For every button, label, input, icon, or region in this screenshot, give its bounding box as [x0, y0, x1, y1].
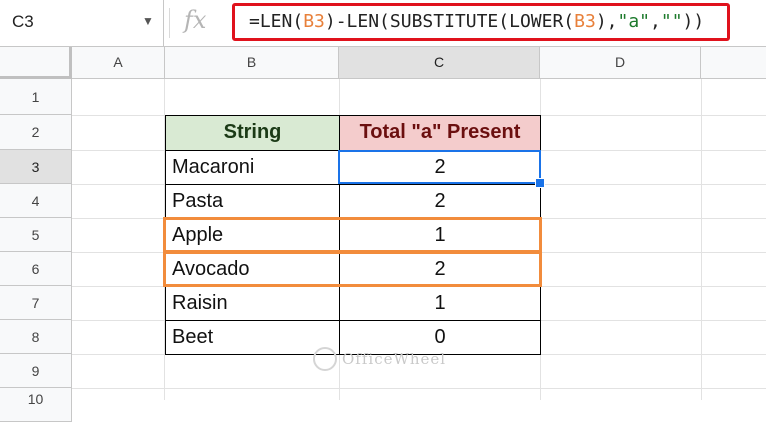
cell-string[interactable]: Beet: [165, 320, 340, 355]
formula-token: )-LEN(SUBSTITUTE(LOWER(: [324, 11, 575, 32]
cell-total[interactable]: 1: [339, 286, 541, 321]
cell-string[interactable]: Raisin: [165, 286, 340, 321]
formula-input[interactable]: =LEN(B3)-LEN(SUBSTITUTE(LOWER(B3),"a",""…: [232, 3, 730, 41]
select-all-corner[interactable]: [0, 47, 72, 79]
cell-string[interactable]: Pasta: [165, 184, 340, 219]
formula-token: ),: [595, 11, 618, 32]
formula-separator: [169, 8, 170, 38]
header-total-a[interactable]: Total "a" Present: [339, 115, 541, 151]
row-header-5[interactable]: 5: [0, 218, 72, 252]
column-header-b[interactable]: B: [165, 47, 339, 79]
watermark-text: OfficeWheel: [342, 350, 447, 368]
fx-icon: fx: [184, 6, 207, 34]
gridline: [701, 79, 702, 400]
formula-bar: C3 ▼ fx =LEN(B3)-LEN(SUBSTITUTE(LOWER(B3…: [0, 0, 766, 47]
cell-total[interactable]: 2: [339, 184, 541, 219]
highlight-row-avocado: [163, 251, 542, 287]
cell-string[interactable]: Macaroni: [165, 150, 340, 185]
column-header-a[interactable]: A: [72, 47, 165, 79]
column-header-e[interactable]: [701, 47, 766, 79]
chevron-down-icon[interactable]: ▼: [142, 14, 154, 28]
gridline: [72, 388, 766, 389]
formula-token: B3: [303, 11, 325, 32]
row-header-4[interactable]: 4: [0, 184, 72, 218]
formula-text: =LEN(B3)-LEN(SUBSTITUTE(LOWER(B3),"a",""…: [249, 11, 704, 32]
row-header-6[interactable]: 6: [0, 252, 72, 286]
formula-token: "": [660, 11, 683, 32]
row-header-9[interactable]: 9: [0, 354, 72, 388]
row-header-3[interactable]: 3: [0, 150, 72, 184]
row-header-2[interactable]: 2: [0, 115, 72, 150]
header-string[interactable]: String: [165, 115, 340, 151]
active-cell-selection: [338, 150, 541, 184]
formula-token: ,: [650, 11, 661, 32]
row-header-8[interactable]: 8: [0, 320, 72, 354]
formula-token: =LEN(: [249, 11, 304, 32]
formula-token: "a": [617, 11, 651, 32]
watermark-logo: [313, 347, 337, 371]
highlight-row-apple: [163, 217, 542, 253]
column-header-c[interactable]: C: [339, 47, 540, 79]
formula-token: B3: [574, 11, 596, 32]
row-header-10[interactable]: 10: [0, 388, 72, 422]
fill-handle[interactable]: [535, 178, 545, 188]
name-box[interactable]: C3 ▼: [0, 0, 164, 46]
name-box-value: C3: [12, 12, 34, 31]
row-header-1[interactable]: 1: [0, 79, 72, 115]
row-header-7[interactable]: 7: [0, 286, 72, 320]
formula-token: )): [682, 11, 705, 32]
column-header-d[interactable]: D: [540, 47, 701, 79]
